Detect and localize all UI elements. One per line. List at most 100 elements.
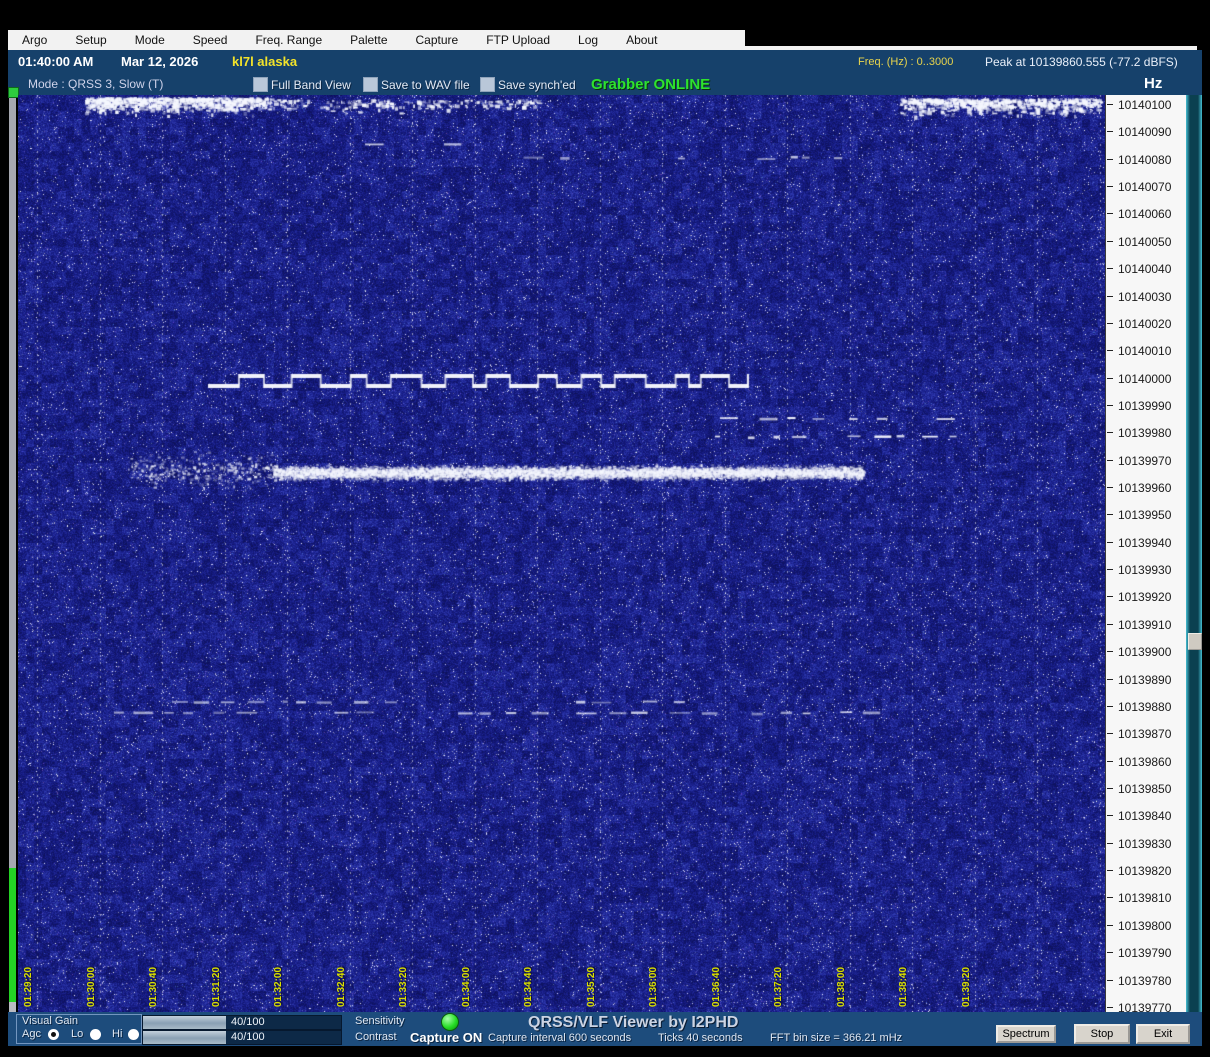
tick-mark bbox=[1107, 350, 1113, 352]
time-tick-label: 01:32:00 bbox=[273, 966, 284, 1007]
freq-tick: 10140080 bbox=[1106, 153, 1186, 167]
stop-button[interactable]: Stop bbox=[1074, 1024, 1130, 1044]
menu-item-argo[interactable]: Argo bbox=[8, 33, 61, 47]
tick-mark bbox=[1107, 295, 1113, 297]
capture-progress-remaining bbox=[9, 98, 16, 868]
sensitivity-slider[interactable]: 40/100 bbox=[142, 1015, 342, 1030]
checkbox-label: Save synch'ed bbox=[498, 78, 576, 92]
time-tick-label: 01:31:20 bbox=[210, 966, 222, 1007]
freq-tick: 10139960 bbox=[1106, 481, 1186, 496]
freq-tick-value: 10140070 bbox=[1118, 180, 1172, 195]
freq-tick: 10139950 bbox=[1106, 508, 1186, 522]
freq-range-readout: Freq. (Hz) : 0..3000 bbox=[858, 56, 954, 68]
menu-item-capture[interactable]: Capture bbox=[402, 33, 473, 47]
time-tick-label: 01:38:00 bbox=[835, 966, 847, 1007]
freq-tick: 10139790 bbox=[1106, 946, 1186, 960]
checkbox-full-band-view[interactable] bbox=[253, 77, 268, 92]
freq-tick: 10140070 bbox=[1106, 180, 1186, 195]
menu-item-mode[interactable]: Mode bbox=[121, 33, 179, 47]
freq-tick: 10139990 bbox=[1106, 399, 1186, 413]
lo-radio[interactable] bbox=[90, 1029, 101, 1040]
freq-tick: 10140020 bbox=[1106, 316, 1186, 331]
visual-gain-group: Visual Gain Agc Lo Hi bbox=[16, 1014, 142, 1044]
checkbox-save-synch-ed[interactable] bbox=[480, 77, 495, 92]
freq-tick-value: 10140040 bbox=[1118, 262, 1172, 277]
menu-item-ftp-upload[interactable]: FTP Upload bbox=[472, 33, 564, 47]
menu-item-setup[interactable]: Setup bbox=[61, 33, 120, 47]
app-title: QRSS/VLF Viewer by I2PHD bbox=[528, 1014, 739, 1031]
menu-item-palette[interactable]: Palette bbox=[336, 33, 401, 47]
freq-tick-value: 10139900 bbox=[1118, 645, 1172, 660]
freq-tick: 10139980 bbox=[1106, 426, 1186, 440]
freq-tick-value: 10139800 bbox=[1118, 918, 1172, 933]
freq-tick: 10139900 bbox=[1106, 645, 1186, 660]
hz-axis-unit: Hz bbox=[1144, 75, 1163, 92]
tick-mark bbox=[1107, 705, 1113, 707]
freq-tick-value: 10139810 bbox=[1118, 891, 1172, 906]
freq-tick: 10140040 bbox=[1106, 262, 1186, 277]
sensitivity-value: 40/100 bbox=[231, 1016, 265, 1028]
checkbox-save-to-wav-file[interactable] bbox=[363, 77, 378, 92]
freq-tick-value: 10139870 bbox=[1118, 727, 1172, 742]
mode-bar: Mode : QRSS 3, Slow (T) Full Band View Sa… bbox=[8, 74, 1202, 95]
contrast-slider-fill bbox=[143, 1031, 227, 1044]
freq-tick-value: 10140030 bbox=[1118, 289, 1172, 304]
freq-tick-value: 10139840 bbox=[1118, 809, 1172, 824]
freq-tick-value: 10139960 bbox=[1118, 481, 1172, 496]
freq-tick: 10139880 bbox=[1106, 700, 1186, 714]
scrollbar-thumb[interactable] bbox=[1188, 633, 1202, 650]
sensitivity-label: Sensitivity bbox=[355, 1015, 405, 1027]
agc-radio[interactable] bbox=[48, 1029, 59, 1040]
peak-readout: Peak at 10139860.555 (-77.2 dBFS) bbox=[985, 55, 1178, 69]
spectrogram-waterfall[interactable] bbox=[18, 95, 1105, 1012]
time-tick-label: 01:37:20 bbox=[773, 966, 784, 1007]
freq-tick: 10139800 bbox=[1106, 918, 1186, 933]
freq-tick: 10139820 bbox=[1106, 864, 1186, 878]
tick-mark bbox=[1107, 131, 1113, 133]
freq-tick: 10140000 bbox=[1106, 371, 1186, 386]
capture-state: Capture ON bbox=[410, 1030, 483, 1045]
freq-tick: 10139920 bbox=[1106, 590, 1186, 604]
menu-item-speed[interactable]: Speed bbox=[179, 33, 242, 47]
contrast-slider[interactable]: 40/100 bbox=[142, 1030, 342, 1045]
freq-tick-value: 10140000 bbox=[1118, 371, 1172, 386]
capture-interval-label: Capture interval 600 seconds bbox=[488, 1032, 632, 1044]
tick-mark bbox=[1107, 842, 1113, 844]
tick-mark bbox=[1107, 897, 1113, 899]
freq-tick-value: 10140020 bbox=[1118, 316, 1172, 331]
time-tick-label: 01:36:00 bbox=[648, 966, 659, 1007]
tick-mark bbox=[1107, 377, 1113, 379]
tick-mark bbox=[1107, 733, 1113, 735]
freq-tick-value: 10139830 bbox=[1118, 836, 1172, 851]
freq-tick: 10139890 bbox=[1106, 673, 1186, 687]
frequency-scrollbar[interactable] bbox=[1186, 95, 1202, 1012]
menu-item-log[interactable]: Log bbox=[564, 33, 612, 47]
frequency-axis: 10140100 10140090 10140080 10140070 10140060… bbox=[1105, 95, 1186, 1015]
freq-tick-value: 10140060 bbox=[1118, 207, 1172, 222]
freq-tick: 10139860 bbox=[1106, 755, 1186, 769]
freq-tick: 10139780 bbox=[1106, 974, 1186, 988]
tick-mark bbox=[1107, 815, 1113, 817]
tick-mark bbox=[1107, 404, 1113, 406]
tick-mark bbox=[1107, 952, 1113, 954]
exit-button[interactable]: Exit bbox=[1136, 1024, 1190, 1044]
freq-tick: 10140100 bbox=[1106, 98, 1186, 112]
lo-radio-label: Lo bbox=[71, 1028, 84, 1040]
menu-item-freq-range[interactable]: Freq. Range bbox=[241, 33, 336, 47]
tick-mark bbox=[1107, 459, 1113, 461]
tick-mark bbox=[1107, 104, 1113, 105]
time-tick-label: 01:34:40 bbox=[523, 966, 534, 1007]
menu-item-about[interactable]: About bbox=[612, 33, 671, 47]
capture-progress-elapsed bbox=[9, 868, 16, 1002]
hi-radio[interactable] bbox=[128, 1029, 139, 1040]
checkbox-label: Full Band View bbox=[271, 78, 351, 92]
tick-mark bbox=[1107, 186, 1113, 188]
freq-tick-value: 10140050 bbox=[1118, 234, 1172, 249]
freq-tick: 10139830 bbox=[1106, 836, 1186, 851]
freq-tick-value: 10139910 bbox=[1118, 617, 1172, 632]
contrast-label: Contrast bbox=[355, 1031, 397, 1043]
tick-mark bbox=[1107, 623, 1113, 625]
tick-mark bbox=[1107, 514, 1113, 516]
spectrum-button[interactable]: Spectrum bbox=[996, 1025, 1056, 1043]
freq-tick-value: 10139930 bbox=[1118, 563, 1172, 578]
